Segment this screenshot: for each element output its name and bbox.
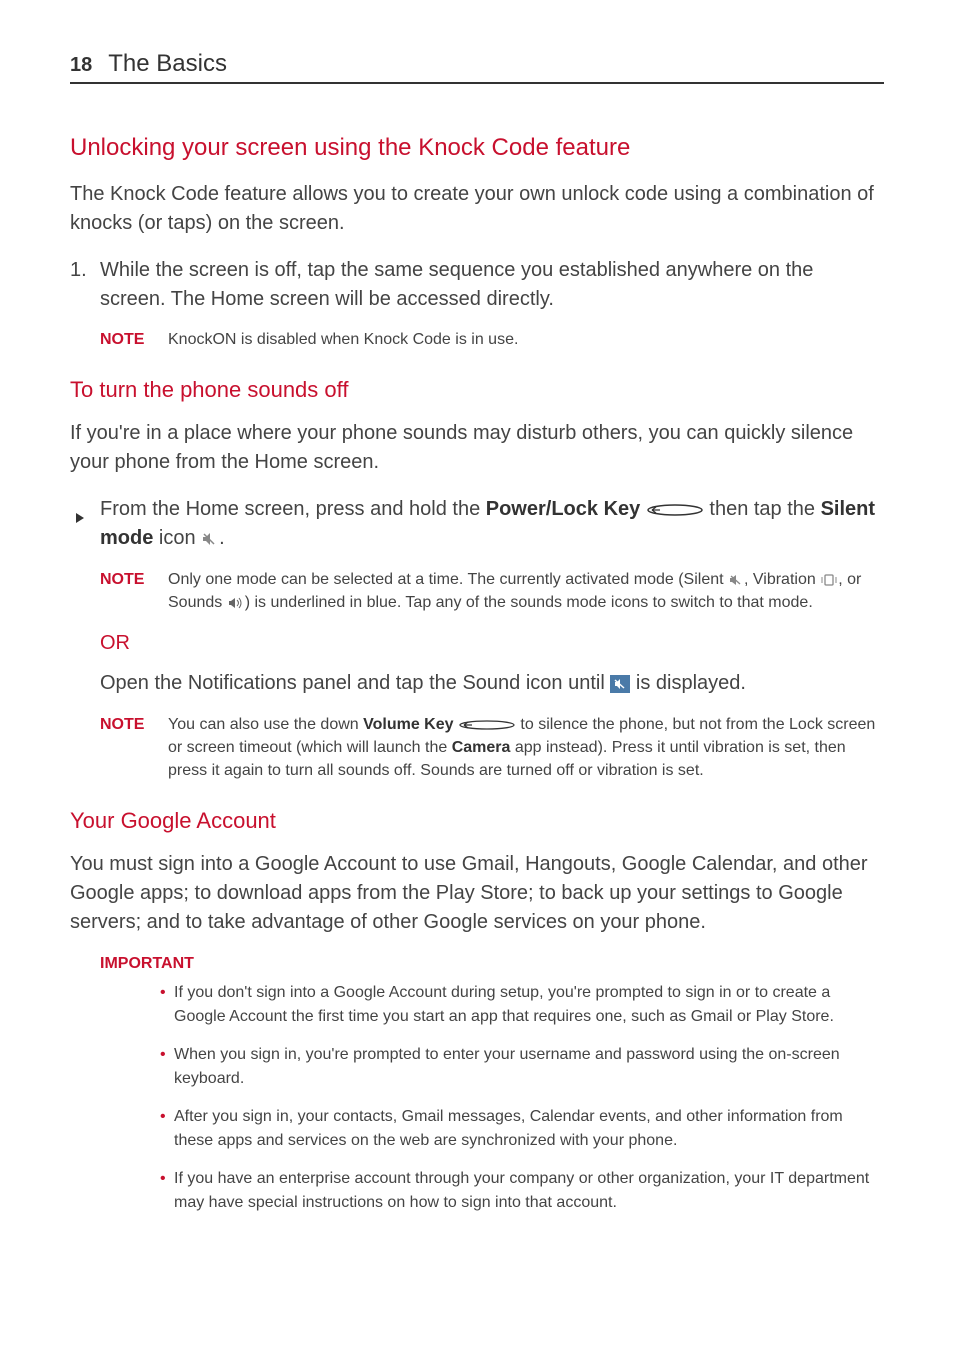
note-label: NOTE [100, 713, 168, 783]
power-key-icon [646, 495, 704, 524]
page-header: 18 The Basics [70, 50, 884, 84]
step-text-b: then tap the [704, 498, 821, 520]
page-content: 18 The Basics Unlocking your screen usin… [0, 0, 954, 1289]
bullet-item: If you have an enterprise account throug… [160, 1167, 884, 1215]
silent-mode-icon [201, 525, 219, 554]
note-body: Only one mode can be selected at a time.… [168, 568, 884, 615]
sounds-off-step: From the Home screen, press and hold the… [70, 495, 884, 553]
triangle-bullet-icon [76, 503, 84, 532]
silent-icon [728, 568, 744, 591]
page-number: 18 [70, 54, 92, 77]
heading-google-account: Your Google Account [70, 808, 884, 834]
sound-panel-icon [610, 670, 630, 699]
sounds-note-1: NOTE Only one mode can be selected at a … [100, 568, 884, 615]
heading-sounds-off: To turn the phone sounds off [70, 377, 884, 403]
bullet-item: When you sign in, you're prompted to ent… [160, 1043, 884, 1091]
camera-app-label: Camera [452, 739, 511, 756]
knock-code-intro: The Knock Code feature allows you to cre… [70, 180, 884, 238]
power-lock-key-label: Power/Lock Key [486, 498, 641, 520]
volume-key-label: Volume Key [363, 716, 453, 733]
step-text-d: . [219, 527, 225, 549]
step-text-c: icon [153, 527, 201, 549]
note-label: NOTE [100, 568, 168, 615]
sounds-note-2: NOTE You can also use the down Volume Ke… [100, 713, 884, 783]
step-text: While the screen is off, tap the same se… [100, 259, 813, 310]
bullet-item: After you sign in, your contacts, Gmail … [160, 1105, 884, 1153]
heading-knock-code: Unlocking your screen using the Knock Co… [70, 134, 884, 162]
knock-code-step1: 1. While the screen is off, tap the same… [70, 256, 884, 314]
bullet-item: If you don't sign into a Google Account … [160, 981, 884, 1029]
google-intro: You must sign into a Google Account to u… [70, 850, 884, 937]
vibration-icon [820, 568, 838, 591]
or-separator: OR [100, 632, 884, 655]
important-label: IMPORTANT [100, 955, 884, 973]
knock-code-note: NOTE KnockON is disabled when Knock Code… [100, 328, 884, 351]
note-body: You can also use the down Volume Key to … [168, 713, 884, 783]
note-label: NOTE [100, 328, 168, 351]
sounds-off-intro: If you're in a place where your phone so… [70, 419, 884, 477]
step-number: 1. [70, 256, 87, 285]
sounds-icon [227, 591, 245, 614]
step-text-a: From the Home screen, press and hold the [100, 498, 486, 520]
volume-key-icon [458, 713, 516, 736]
note-body: KnockON is disabled when Knock Code is i… [168, 328, 884, 351]
chapter-title: The Basics [108, 50, 227, 78]
sounds-alt-step: Open the Notifications panel and tap the… [100, 669, 884, 698]
important-list: If you don't sign into a Google Account … [160, 981, 884, 1215]
